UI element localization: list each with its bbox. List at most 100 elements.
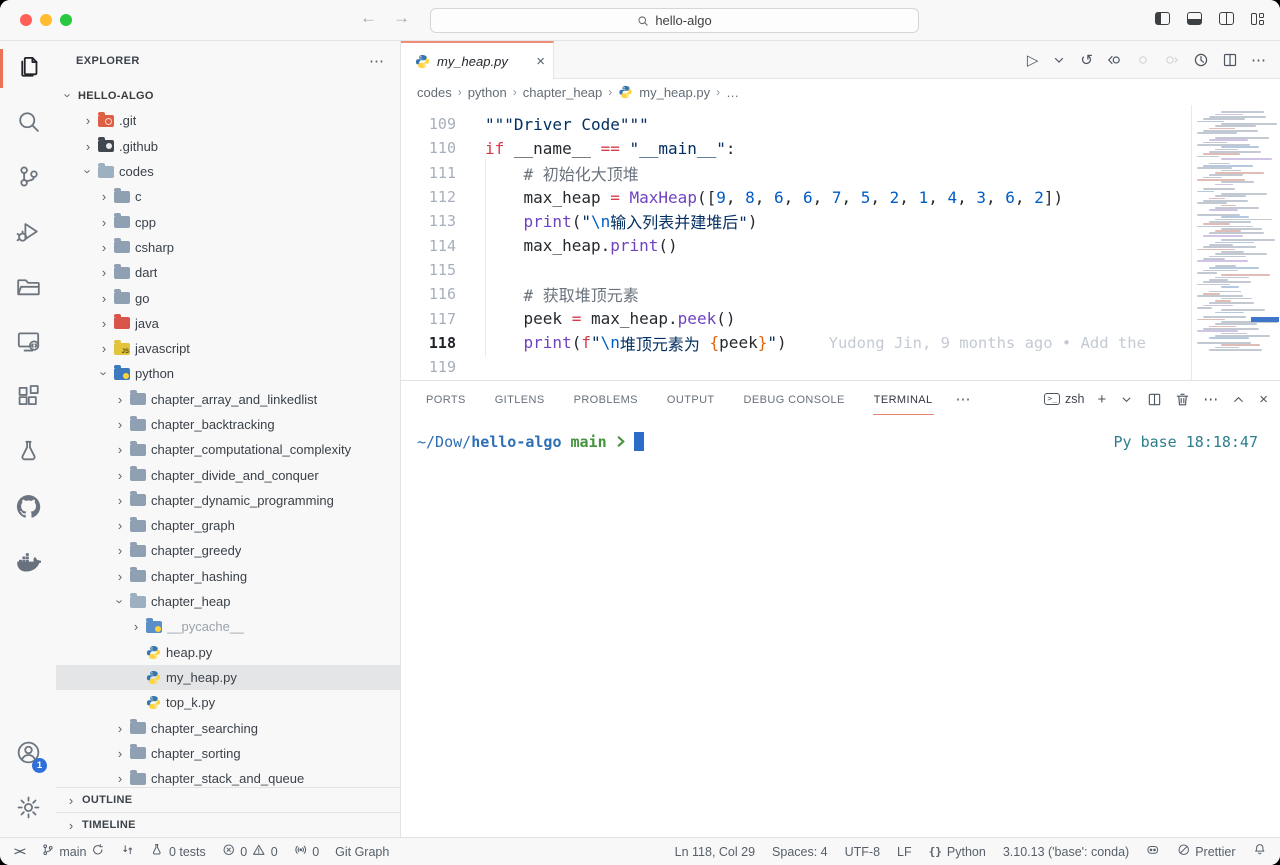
code-line-115[interactable]: 115	[401, 258, 1280, 282]
status-gitlens-compare[interactable]	[121, 843, 135, 860]
status-git-graph[interactable]: Git Graph	[335, 845, 389, 859]
gitlens-graph-icon[interactable]	[1193, 52, 1209, 68]
panel-tab-terminal[interactable]: TERMINAL	[873, 384, 934, 415]
code-line-113[interactable]: 113 print("\n输入列表并建堆后")	[401, 209, 1280, 233]
tree-item-dart[interactable]: ›dart	[56, 260, 400, 285]
tree-item-chapter-stack-and-queue[interactable]: ›chapter_stack_and_queue	[56, 766, 400, 787]
editor-more-icon[interactable]: ⋯	[1251, 51, 1266, 69]
next-change-icon[interactable]	[1164, 52, 1180, 68]
kill-terminal-icon[interactable]	[1175, 392, 1190, 407]
breadcrumb-item[interactable]: python	[468, 85, 507, 100]
shell-selector[interactable]: >_zsh	[1044, 392, 1084, 406]
chevron-right-icon[interactable]: ›	[112, 570, 128, 583]
code-line-118[interactable]: 118 print(f"\n堆顶元素为 {peek}")Yudong Jin, …	[401, 331, 1280, 355]
chevron-right-icon[interactable]: ›	[112, 544, 128, 557]
tree-item-chapter-heap[interactable]: ›chapter_heap	[56, 589, 400, 614]
code-line-119[interactable]: 119	[401, 355, 1280, 379]
breadcrumb-item[interactable]: chapter_heap	[523, 85, 603, 100]
code-line-116[interactable]: 116 # 获取堆顶元素	[401, 282, 1280, 306]
toggle-panel-icon[interactable]	[1187, 12, 1202, 25]
split-terminal-icon[interactable]	[1147, 392, 1162, 407]
chevron-right-icon[interactable]: ›	[128, 620, 144, 633]
close-tab-icon[interactable]: ×	[536, 53, 545, 70]
code-line-110[interactable]: 110if __name__ == "__main__":	[401, 136, 1280, 160]
activity-item-remote-explorer[interactable]	[0, 316, 56, 371]
tree-item-java[interactable]: ›java	[56, 311, 400, 336]
activity-item-github[interactable]	[0, 481, 56, 536]
breadcrumb-item[interactable]: my_heap.py	[639, 85, 710, 100]
activity-item-run-debug[interactable]	[0, 206, 56, 261]
tree-item-codes[interactable]: ›codes	[56, 159, 400, 184]
previous-change-icon[interactable]	[1135, 52, 1151, 68]
status-problems[interactable]: 00	[222, 843, 278, 860]
split-editor-icon[interactable]	[1222, 52, 1238, 68]
chevron-right-icon[interactable]: ›	[112, 772, 128, 785]
chevron-down-icon[interactable]: ›	[98, 366, 111, 382]
chevron-right-icon[interactable]: ›	[112, 519, 128, 532]
activity-item-accounts[interactable]: 1	[0, 727, 56, 782]
status-cursor-position[interactable]: Ln 118, Col 29	[675, 845, 755, 859]
status-python-interpreter[interactable]: 3.10.13 ('base': conda)	[1003, 845, 1129, 859]
chevron-right-icon[interactable]: ›	[112, 393, 128, 406]
chevron-right-icon[interactable]: ›	[96, 190, 112, 203]
terminal-dropdown-icon[interactable]	[1119, 392, 1134, 407]
chevron-right-icon[interactable]: ›	[96, 292, 112, 305]
chevron-down-icon[interactable]: ›	[114, 594, 127, 610]
code-line-114[interactable]: 114 max_heap.print()	[401, 233, 1280, 257]
status-git-branch[interactable]: main	[41, 843, 105, 860]
tree-item--pycache-[interactable]: ›__pycache__	[56, 614, 400, 639]
minimap[interactable]	[1191, 105, 1280, 380]
code-line-111[interactable]: 111 # 初始化大顶堆	[401, 161, 1280, 185]
tree-item-hello-algo[interactable]: ›HELLO-ALGO	[56, 83, 400, 108]
code-line-109[interactable]: 109"""Driver Code"""	[401, 112, 1280, 136]
chevron-right-icon[interactable]: ›	[112, 443, 128, 456]
tree-item-chapter-greedy[interactable]: ›chapter_greedy	[56, 538, 400, 563]
activity-item-testing[interactable]	[0, 426, 56, 481]
activity-item-explorer[interactable]	[0, 41, 56, 96]
tree-item-chapter-graph[interactable]: ›chapter_graph	[56, 513, 400, 538]
run-dropdown-icon[interactable]	[1051, 52, 1067, 68]
customize-layout-icon[interactable]	[1251, 12, 1266, 25]
code-editor[interactable]: 109"""Driver Code"""110if __name__ == "_…	[401, 105, 1280, 380]
status-language-mode[interactable]: {}Python	[929, 845, 986, 859]
panel-tabs-more-icon[interactable]: ⋯	[956, 390, 971, 408]
close-window-button[interactable]	[20, 14, 32, 26]
activity-item-docker[interactable]	[0, 536, 56, 591]
tab-my-heap[interactable]: my_heap.py ×	[401, 41, 554, 79]
tree-item-cpp[interactable]: ›cpp	[56, 209, 400, 234]
activity-item-settings[interactable]	[0, 782, 56, 837]
close-panel-icon[interactable]: ×	[1259, 391, 1268, 408]
tree-item--github[interactable]: ›.github	[56, 134, 400, 159]
chevron-right-icon[interactable]: ›	[96, 317, 112, 330]
code-line-117[interactable]: 117 peek = max_heap.peek()	[401, 306, 1280, 330]
tree-item-chapter-array-and-linkedlist[interactable]: ›chapter_array_and_linkedlist	[56, 387, 400, 412]
tree-item-chapter-divide-and-conquer[interactable]: ›chapter_divide_and_conquer	[56, 462, 400, 487]
activity-item-folder-explorer[interactable]	[0, 261, 56, 316]
panel-tab-gitlens[interactable]: GITLENS	[494, 384, 546, 415]
tree-item-chapter-hashing[interactable]: ›chapter_hashing	[56, 564, 400, 589]
status-encoding[interactable]: UTF-8	[845, 845, 880, 859]
panel-tab-ports[interactable]: PORTS	[425, 384, 467, 415]
tree-item-chapter-backtracking[interactable]: ›chapter_backtracking	[56, 412, 400, 437]
chevron-down-icon[interactable]: ›	[82, 164, 95, 180]
tree-item-chapter-computational-complexity[interactable]: ›chapter_computational_complexity	[56, 437, 400, 462]
toggle-sidebar-icon[interactable]	[1155, 12, 1170, 25]
new-terminal-icon[interactable]: +	[1097, 391, 1106, 408]
chevron-right-icon[interactable]: ›	[112, 494, 128, 507]
chevron-right-icon[interactable]: ›	[80, 114, 96, 127]
panel-tab-problems[interactable]: PROBLEMS	[573, 384, 639, 415]
chevron-right-icon[interactable]: ›	[112, 722, 128, 735]
toggle-secondary-sidebar-icon[interactable]	[1219, 12, 1234, 25]
run-python-file-icon[interactable]: ▷	[1027, 51, 1039, 69]
tree-item-c[interactable]: ›c	[56, 184, 400, 209]
breadcrumb-item[interactable]: …	[726, 85, 739, 100]
status-notifications[interactable]	[1253, 843, 1267, 860]
status-prettier[interactable]: Prettier	[1177, 843, 1236, 860]
chevron-right-icon[interactable]: ›	[112, 418, 128, 431]
minimize-window-button[interactable]	[40, 14, 52, 26]
terminal[interactable]: ~/Dow/hello-algo main Py base 18:18:47	[401, 417, 1280, 837]
status-feedback[interactable]: 0	[294, 843, 319, 860]
tree-item-csharp[interactable]: ›csharp	[56, 235, 400, 260]
tree-item-chapter-dynamic-programming[interactable]: ›chapter_dynamic_programming	[56, 488, 400, 513]
chevron-right-icon[interactable]: ›	[80, 140, 96, 153]
